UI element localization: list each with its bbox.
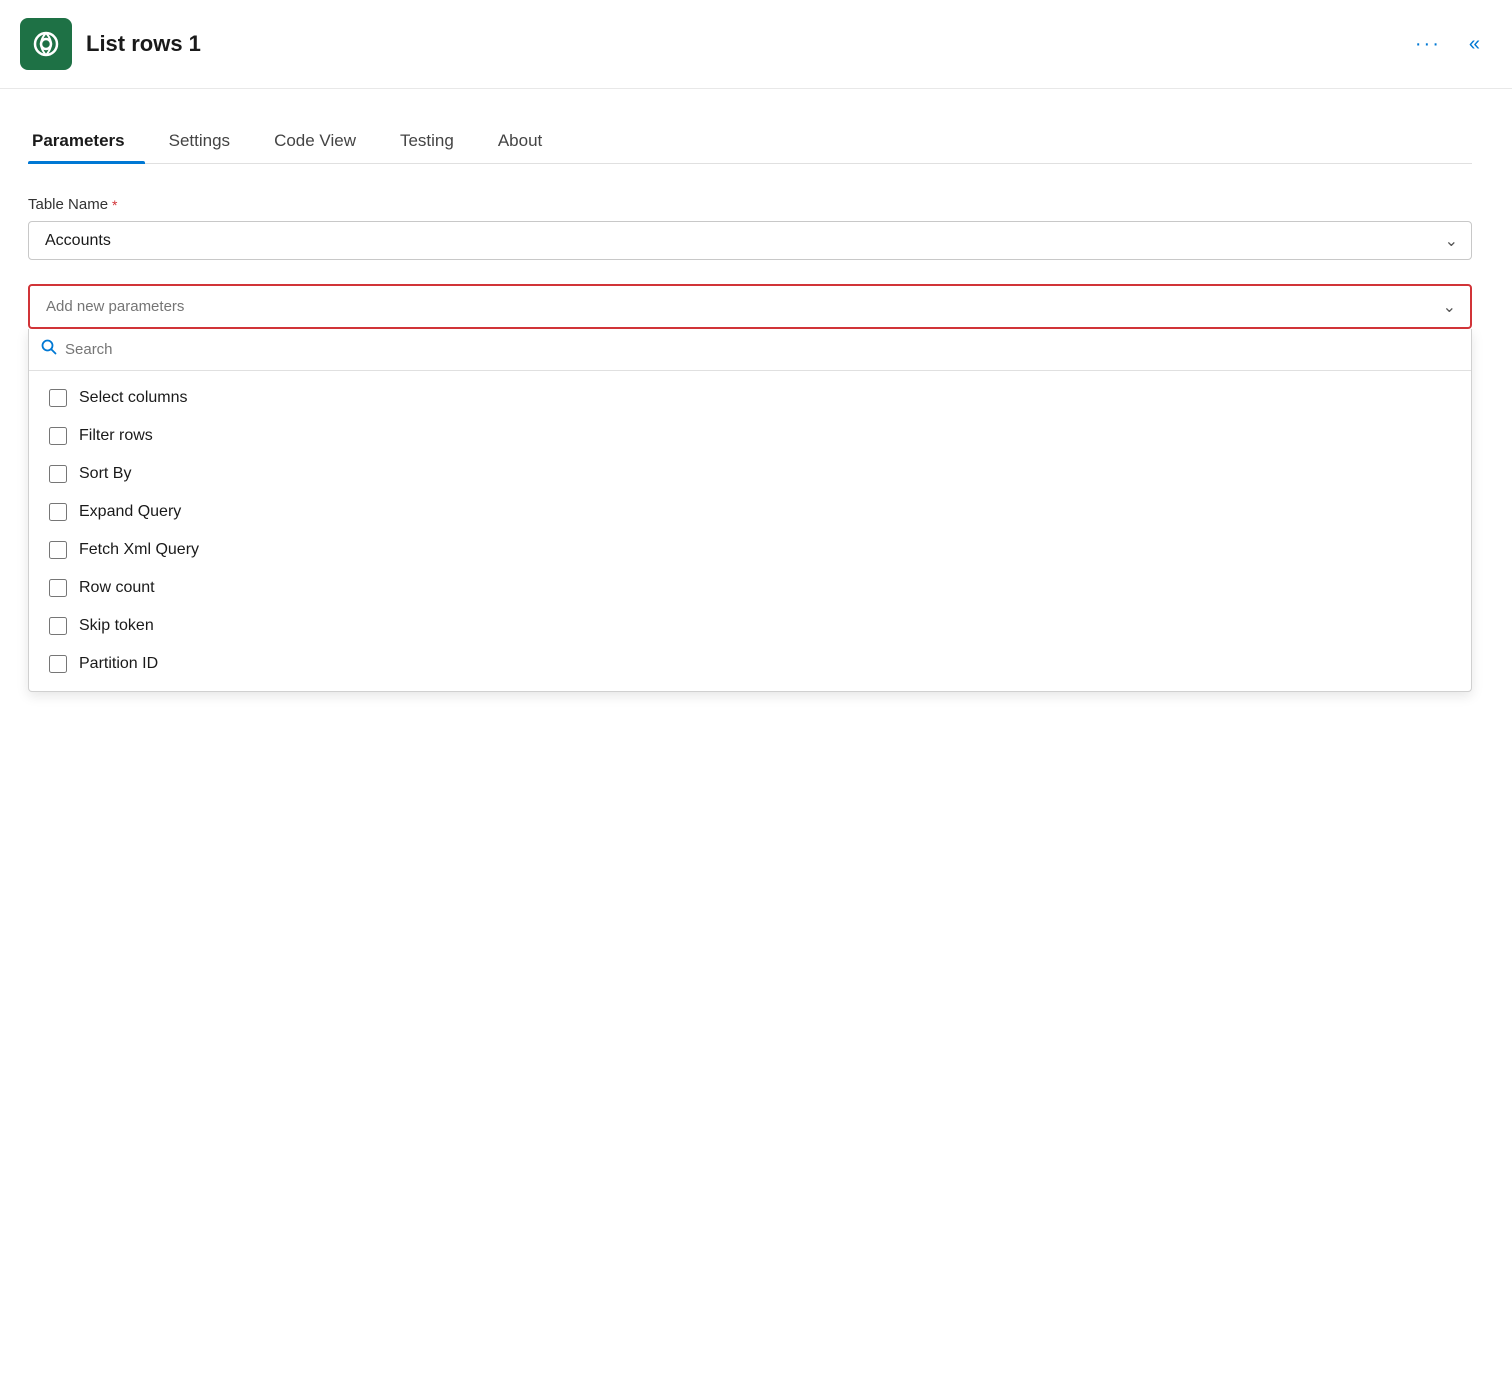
checkbox-fetch-xml-query[interactable]: [49, 541, 67, 559]
collapse-panel-button[interactable]: «: [1461, 29, 1488, 60]
checkbox-expand-query[interactable]: [49, 503, 67, 521]
checkbox-partition-id[interactable]: [49, 655, 67, 673]
search-box: [29, 329, 1471, 371]
header: List rows 1 ··· «: [0, 0, 1512, 89]
required-indicator: *: [112, 197, 117, 213]
checkbox-item-select-columns[interactable]: Select columns: [29, 379, 1471, 417]
more-options-button[interactable]: ···: [1407, 29, 1449, 60]
app-container: List rows 1 ··· « Parameters Settings Co…: [0, 0, 1512, 1392]
sort-by-label: Sort By: [79, 465, 131, 483]
checkbox-item-fetch-xml-query[interactable]: Fetch Xml Query: [29, 531, 1471, 569]
checkbox-item-row-count[interactable]: Row count: [29, 569, 1471, 607]
filter-rows-label: Filter rows: [79, 427, 153, 445]
tab-about[interactable]: About: [494, 121, 562, 163]
fetch-xml-query-label: Fetch Xml Query: [79, 541, 199, 559]
table-name-field-section: Table Name * Accounts Contacts Leads ⌄: [28, 196, 1472, 260]
expand-query-label: Expand Query: [79, 503, 181, 521]
skip-token-label: Skip token: [79, 617, 154, 635]
add-new-parameters-wrapper: ⌄: [28, 284, 1472, 329]
checkbox-skip-token[interactable]: [49, 617, 67, 635]
checkbox-item-partition-id[interactable]: Partition ID: [29, 645, 1471, 683]
table-name-label: Table Name *: [28, 196, 1472, 213]
table-name-select-wrapper: Accounts Contacts Leads ⌄: [28, 221, 1472, 260]
checkbox-row-count[interactable]: [49, 579, 67, 597]
parameters-dropdown-panel: Select columns Filter rows Sort By Expan…: [28, 329, 1472, 692]
select-columns-label: Select columns: [79, 389, 188, 407]
tab-settings[interactable]: Settings: [165, 121, 250, 163]
checkbox-item-filter-rows[interactable]: Filter rows: [29, 417, 1471, 455]
tab-code-view[interactable]: Code View: [270, 121, 376, 163]
header-left: List rows 1: [20, 18, 201, 70]
header-actions: ··· «: [1407, 29, 1488, 60]
checkbox-filter-rows[interactable]: [49, 427, 67, 445]
checkbox-select-columns[interactable]: [49, 389, 67, 407]
tab-testing[interactable]: Testing: [396, 121, 474, 163]
partition-id-label: Partition ID: [79, 655, 158, 673]
checkbox-sort-by[interactable]: [49, 465, 67, 483]
checkbox-item-skip-token[interactable]: Skip token: [29, 607, 1471, 645]
table-name-select[interactable]: Accounts Contacts Leads: [28, 221, 1472, 260]
checkbox-item-sort-by[interactable]: Sort By: [29, 455, 1471, 493]
checkbox-item-expand-query[interactable]: Expand Query: [29, 493, 1471, 531]
parameters-search-input[interactable]: [65, 341, 1459, 358]
window-title: List rows 1: [86, 31, 201, 57]
add-new-parameters-field[interactable]: [30, 286, 1470, 327]
search-icon: [41, 339, 57, 360]
app-icon: [20, 18, 72, 70]
main-content: Parameters Settings Code View Testing Ab…: [0, 89, 1512, 732]
parameters-checkbox-list: Select columns Filter rows Sort By Expan…: [29, 371, 1471, 691]
tabs-bar: Parameters Settings Code View Testing Ab…: [28, 121, 1472, 164]
row-count-label: Row count: [79, 579, 155, 597]
tab-parameters[interactable]: Parameters: [28, 121, 145, 163]
